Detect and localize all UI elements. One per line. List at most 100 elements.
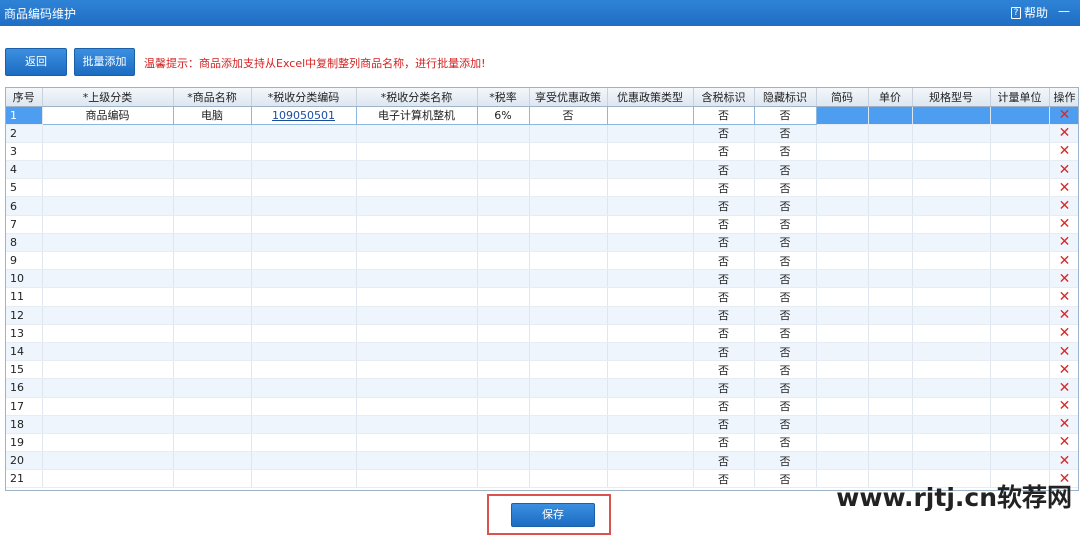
cell-col12[interactable]	[912, 306, 991, 325]
cell-hidden[interactable]: 否	[754, 451, 817, 471]
cell-parent[interactable]	[42, 306, 174, 325]
cell-tax-name[interactable]	[356, 415, 478, 434]
table-row[interactable]: 7 否否 ✕	[6, 215, 1078, 234]
delete-row-icon[interactable]: ✕	[1059, 289, 1071, 305]
cell-col11[interactable]	[868, 215, 913, 234]
cell-policy-type[interactable]	[607, 196, 694, 216]
cell-col13[interactable]	[990, 324, 1050, 343]
help-button[interactable]: ? 帮助	[1010, 4, 1048, 21]
cell-parent[interactable]	[42, 324, 174, 343]
cell-hidden[interactable]: 否	[754, 251, 817, 271]
cell-col12[interactable]	[912, 415, 991, 434]
cell-col10[interactable]	[816, 269, 869, 289]
delete-row-icon[interactable]: ✕	[1059, 362, 1071, 378]
cell-name[interactable]	[173, 451, 252, 471]
cell-tax-incl[interactable]: 否	[693, 342, 755, 362]
cell-col12[interactable]	[912, 215, 991, 234]
table-row[interactable]: 18 否否 ✕	[6, 415, 1078, 434]
cell-col13[interactable]	[990, 106, 1050, 125]
cell-tax-incl[interactable]: 否	[693, 415, 755, 434]
cell-tax-code[interactable]	[251, 233, 357, 253]
cell-rate[interactable]	[477, 215, 530, 234]
table-row[interactable]: 1 商品编码 电脑 109050501 电子计算机整机 6% 否否否 ✕	[6, 105, 1078, 125]
cell-tax-name[interactable]	[356, 378, 478, 398]
cell-parent[interactable]	[42, 451, 174, 471]
cell-policy-type[interactable]	[607, 342, 694, 362]
cell-tax-name[interactable]	[356, 233, 478, 253]
cell-col10[interactable]	[816, 251, 869, 271]
delete-row-icon[interactable]: ✕	[1059, 344, 1071, 360]
cell-col11[interactable]	[868, 178, 913, 198]
cell-tax-incl[interactable]: 否	[693, 251, 755, 271]
cell-col12[interactable]	[912, 287, 991, 307]
cell-tax-code[interactable]	[251, 251, 357, 271]
delete-row-icon[interactable]: ✕	[1059, 325, 1071, 341]
delete-row-icon[interactable]: ✕	[1059, 453, 1071, 469]
cell-tax-code[interactable]	[251, 415, 357, 434]
cell-col10[interactable]	[816, 306, 869, 325]
cell-tax-incl[interactable]: 否	[693, 324, 755, 343]
cell-rate[interactable]	[477, 124, 530, 143]
cell-rate[interactable]	[477, 451, 530, 471]
cell-col10[interactable]	[816, 433, 869, 453]
cell-rate[interactable]	[477, 415, 530, 434]
cell-tax-incl[interactable]: 否	[693, 124, 755, 143]
cell-hidden[interactable]: 否	[754, 324, 817, 343]
cell-tax-name[interactable]	[356, 251, 478, 271]
cell-tax-incl[interactable]: 否	[693, 287, 755, 307]
cell-col11[interactable]	[868, 233, 913, 253]
cell-tax-incl[interactable]: 否	[693, 178, 755, 198]
cell-name[interactable]	[173, 306, 252, 325]
cell-col11[interactable]	[868, 269, 913, 289]
cell-tax-code[interactable]	[251, 287, 357, 307]
cell-tax-code[interactable]	[251, 215, 357, 234]
cell-name[interactable]	[173, 251, 252, 271]
column-header[interactable]: *税收分类名称	[356, 88, 478, 107]
cell-rate[interactable]: 6%	[476, 105, 530, 125]
cell-col11[interactable]	[868, 124, 913, 143]
cell-col13[interactable]	[990, 378, 1050, 398]
cell-tax-incl[interactable]: 否	[693, 378, 755, 398]
cell-tax-code[interactable]	[251, 124, 357, 143]
table-row[interactable]: 8 否否 ✕	[6, 233, 1078, 253]
cell-hidden[interactable]: 否	[754, 378, 817, 398]
cell-preferential[interactable]	[529, 378, 608, 398]
cell-tax-name[interactable]	[356, 196, 478, 216]
cell-policy-type[interactable]	[606, 105, 694, 125]
cell-tax-name[interactable]	[356, 178, 478, 198]
cell-col12[interactable]	[912, 251, 991, 271]
cell-rate[interactable]	[477, 251, 530, 271]
cell-name[interactable]	[173, 342, 252, 362]
column-header[interactable]: *商品名称	[173, 88, 252, 107]
back-button[interactable]: 返回	[5, 48, 67, 76]
cell-policy-type[interactable]	[607, 306, 694, 325]
cell-parent[interactable]	[42, 178, 174, 198]
cell-hidden[interactable]: 否	[754, 124, 817, 143]
cell-hidden[interactable]: 否	[754, 142, 817, 162]
cell-rate[interactable]	[477, 324, 530, 343]
cell-tax-name[interactable]	[356, 160, 478, 180]
table-row[interactable]: 16 否否 ✕	[6, 378, 1078, 398]
cell-rate[interactable]	[477, 269, 530, 289]
cell-col12[interactable]	[912, 342, 991, 362]
cell-parent[interactable]	[42, 142, 174, 162]
cell-rate[interactable]	[477, 397, 530, 416]
cell-tax-incl[interactable]: 否	[693, 360, 755, 380]
cell-parent[interactable]	[42, 196, 174, 216]
cell-col13[interactable]	[990, 124, 1050, 143]
cell-tax-name[interactable]	[356, 433, 478, 453]
cell-hidden[interactable]: 否	[754, 469, 817, 489]
cell-tax-incl[interactable]: 否	[693, 215, 755, 234]
cell-tax-incl[interactable]: 否	[693, 269, 755, 289]
cell-col10[interactable]	[816, 215, 869, 234]
column-header[interactable]: *税率	[477, 88, 530, 107]
cell-name[interactable]	[173, 360, 252, 380]
cell-preferential[interactable]	[529, 178, 608, 198]
cell-tax-incl[interactable]: 否	[693, 142, 755, 162]
cell-rate[interactable]	[477, 142, 530, 162]
cell-tax-name[interactable]	[356, 215, 478, 234]
cell-parent[interactable]	[42, 287, 174, 307]
cell-tax-code[interactable]	[251, 469, 357, 489]
cell-name[interactable]	[173, 142, 252, 162]
cell-rate[interactable]	[477, 378, 530, 398]
